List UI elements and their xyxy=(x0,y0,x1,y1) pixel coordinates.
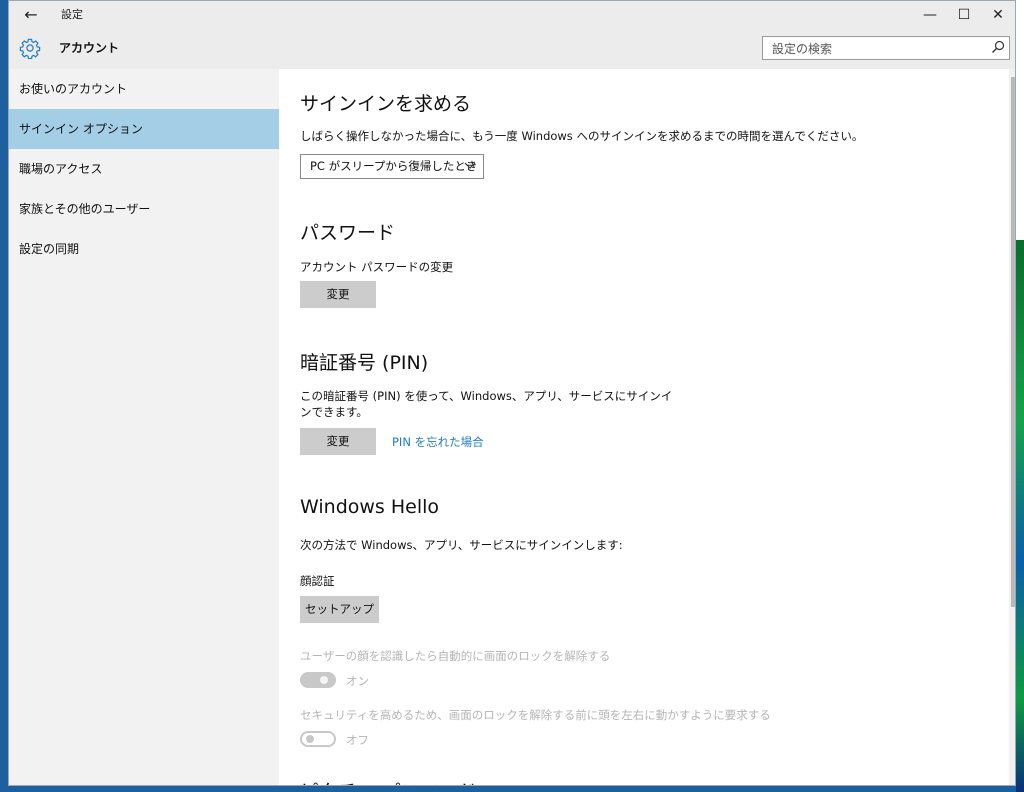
maximize-button[interactable]: ☐ xyxy=(947,1,981,29)
auto-unlock-state: オン xyxy=(346,674,369,688)
back-button[interactable]: ← xyxy=(13,1,49,29)
sidebar-item-work-access[interactable]: 職場のアクセス xyxy=(9,149,279,189)
head-turn-toggle[interactable] xyxy=(300,731,336,747)
password-change-button[interactable]: 変更 xyxy=(300,281,376,308)
minimize-button[interactable]: — xyxy=(913,1,947,29)
main-content: サインインを求める しばらく操作しなかった場合に、もう一度 Windows への… xyxy=(279,69,1009,785)
head-turn-label: セキュリティを高めるため、画面のロックを解除する前に頭を左右に動かすように要求す… xyxy=(300,708,771,722)
scrollbar-thumb[interactable] xyxy=(1011,77,1015,607)
chevron-down-icon xyxy=(464,162,476,169)
search-icon[interactable] xyxy=(991,40,1005,54)
pin-section-title: 暗証番号 (PIN) xyxy=(300,352,429,374)
window-controls: — ☐ ✕ xyxy=(913,1,1015,29)
auto-unlock-label: ユーザーの顔を認識したら自動的に画面のロックを解除する xyxy=(300,649,611,663)
face-recognition-label: 顔認証 xyxy=(300,574,335,588)
pin-description: この暗証番号 (PIN) を使って、Windows、アプリ、サービスにサインイン… xyxy=(300,389,673,419)
page-header: アカウント xyxy=(9,29,1015,69)
dropdown-selected-value: PC がスリープから復帰したとき xyxy=(310,159,478,173)
search-box[interactable] xyxy=(762,36,1010,60)
desktop-background xyxy=(1016,0,1024,792)
back-arrow-icon: ← xyxy=(24,5,38,24)
password-change-label: アカウント パスワードの変更 xyxy=(300,260,454,274)
head-turn-state: オフ xyxy=(346,733,369,747)
sidebar-item-family-other-users[interactable]: 家族とその他のユーザー xyxy=(9,189,279,229)
pin-change-button[interactable]: 変更 xyxy=(300,428,376,455)
toggle-knob xyxy=(306,735,314,743)
settings-window: ← 設定 — ☐ ✕ アカウント 設定の検索 お使いのアカウント サインイン オ… xyxy=(8,0,1016,786)
close-button[interactable]: ✕ xyxy=(981,1,1015,29)
hello-section-title: Windows Hello xyxy=(300,496,440,518)
auto-unlock-toggle[interactable] xyxy=(300,672,336,688)
scrollbar[interactable] xyxy=(1009,69,1015,785)
picture-password-section-title: ピクチャ パスワード xyxy=(300,777,477,785)
page-title: アカウント xyxy=(59,41,120,55)
window-title: 設定 xyxy=(61,8,83,21)
face-setup-button[interactable]: セットアップ xyxy=(300,596,379,623)
hello-description: 次の方法で Windows、アプリ、サービスにサインインします: xyxy=(300,538,623,552)
gear-icon xyxy=(19,38,41,59)
signin-section-title: サインインを求める xyxy=(300,93,472,115)
search-input[interactable] xyxy=(770,38,984,60)
toggle-knob xyxy=(320,676,328,684)
close-icon: ✕ xyxy=(992,7,1004,23)
password-section-title: パスワード xyxy=(300,222,396,244)
pin-forgot-link[interactable]: PIN を忘れた場合 xyxy=(392,434,484,450)
signin-description: しばらく操作しなかった場合に、もう一度 Windows へのサインインを求めるま… xyxy=(300,129,864,143)
signin-timeout-dropdown[interactable]: PC がスリープから復帰したとき xyxy=(300,154,484,179)
sidebar-item-sync-settings[interactable]: 設定の同期 xyxy=(9,229,279,269)
sidebar-item-your-account[interactable]: お使いのアカウント xyxy=(9,69,279,109)
sidebar: お使いのアカウント サインイン オプション 職場のアクセス 家族とその他のユーザ… xyxy=(9,69,279,785)
title-bar: ← 設定 — ☐ ✕ xyxy=(9,1,1015,29)
maximize-icon: ☐ xyxy=(957,7,971,23)
minimize-icon: — xyxy=(923,7,937,23)
sidebar-item-signin-options[interactable]: サインイン オプション xyxy=(9,109,279,149)
